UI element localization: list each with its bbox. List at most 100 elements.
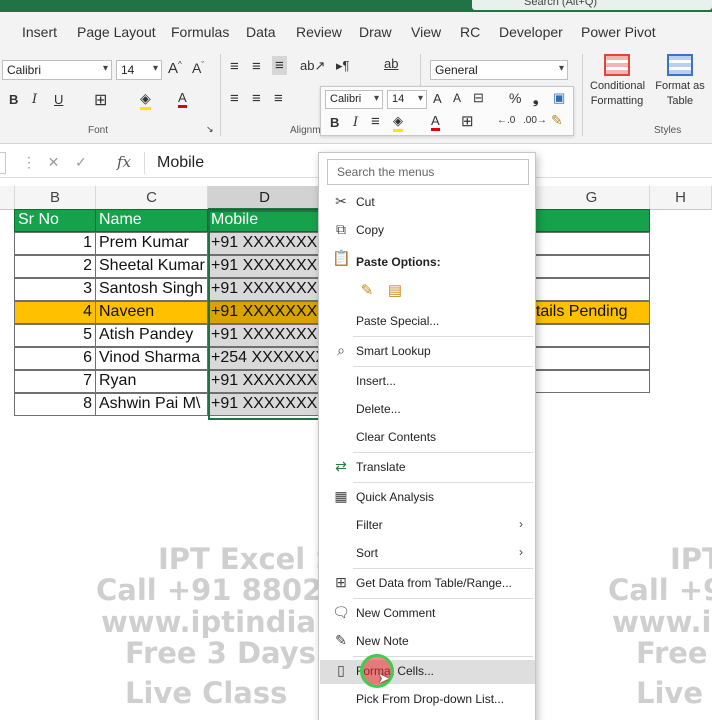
menu-item-quick-analysis[interactable]: ▦ Quick Analysis <box>320 486 535 510</box>
table-cell[interactable]: Atish Pandey <box>95 324 208 347</box>
decrease-decimal-icon[interactable]: .00→ <box>523 115 547 126</box>
bold-icon[interactable]: B <box>330 115 339 130</box>
menu-item-get-data[interactable]: ⊞ Get Data from Table/Range... <box>320 572 535 596</box>
decrease-font-icon[interactable]: A <box>453 91 461 105</box>
table-cell[interactable]: 6 <box>14 347 96 370</box>
table-header-cell[interactable] <box>533 209 650 232</box>
table-cell[interactable]: Santosh Singh <box>95 278 208 301</box>
menu-item-copy[interactable]: ⧉ Copy <box>320 219 535 243</box>
name-box[interactable] <box>0 152 6 174</box>
tab-rc[interactable]: RC <box>460 24 480 40</box>
menu-item-new-comment[interactable]: 🗨 New Comment <box>320 602 535 626</box>
table-cell[interactable] <box>533 370 650 393</box>
function-icon[interactable]: fx <box>117 153 131 171</box>
menu-item-delete[interactable]: Delete... <box>320 398 535 422</box>
align-right-icon[interactable]: ≡ <box>274 90 283 107</box>
tab-page-layout[interactable]: Page Layout <box>77 24 156 40</box>
tab-developer[interactable]: Developer <box>499 24 563 40</box>
paste-icon[interactable]: ✎ <box>357 281 377 301</box>
table-header-cell[interactable]: Name <box>95 209 208 232</box>
table-cell[interactable]: 2 <box>14 255 96 278</box>
increase-font-icon[interactable]: A^ <box>168 60 182 77</box>
table-cell[interactable]: 4 <box>14 301 96 324</box>
font-size-combo[interactable]: 14 ▾ <box>116 60 162 80</box>
orientation-icon[interactable]: ab↗ <box>300 58 325 74</box>
format-as-table-button[interactable]: Format as Table <box>652 54 708 109</box>
menu-item-cut[interactable]: ✂ Cut <box>320 191 535 215</box>
table-cell[interactable]: +91 XXXXXXX <box>207 232 321 255</box>
column-header-h[interactable]: H <box>650 186 712 210</box>
align-bottom-icon[interactable]: ≡ <box>272 56 287 75</box>
borders-icon[interactable]: ⊞ <box>94 90 107 110</box>
fill-color-icon[interactable]: ◈ <box>140 90 151 110</box>
menu-item-paste-special[interactable]: Paste Special... <box>320 310 535 334</box>
tab-power-pivot[interactable]: Power Pivot <box>581 24 656 40</box>
table-cell[interactable] <box>533 232 650 255</box>
table-cell[interactable]: 7 <box>14 370 96 393</box>
table-cell[interactable]: etails Pending <box>533 301 650 324</box>
table-cell[interactable]: 8 <box>14 393 96 416</box>
table-cell[interactable] <box>533 278 650 301</box>
menu-item-smart-lookup[interactable]: ⌕ Smart Lookup <box>320 340 535 364</box>
align-middle-icon[interactable]: ≡ <box>252 58 261 75</box>
dialog-launcher-icon[interactable]: ↘ <box>206 124 214 135</box>
wrap-text-icon[interactable]: ab <box>384 56 398 71</box>
align-center-icon[interactable]: ≡ <box>252 90 261 107</box>
align-top-icon[interactable]: ≡ <box>230 58 239 75</box>
row-header-corner[interactable] <box>0 186 15 210</box>
table-header-cell[interactable]: Mobile <box>207 209 321 232</box>
table-cell[interactable]: +254 XXXXXXX <box>207 347 321 370</box>
tab-formulas[interactable]: Formulas <box>171 24 229 40</box>
font-color-icon[interactable]: A <box>431 113 440 131</box>
increase-font-icon[interactable]: A <box>433 91 442 106</box>
title-search-box[interactable]: Search (Alt+Q) <box>472 0 712 10</box>
table-cell[interactable]: +91 XXXXXXX <box>207 255 321 278</box>
column-header-g[interactable]: G <box>534 186 650 210</box>
menu-item-sort[interactable]: Sort › <box>320 542 535 566</box>
mini-size-combo[interactable]: 14 ▾ <box>387 90 427 109</box>
paste-values-icon[interactable]: ▤ <box>385 281 405 301</box>
italic-icon[interactable]: I <box>353 115 358 130</box>
comma-style-icon[interactable]: ❟ <box>533 90 539 107</box>
italic-icon[interactable]: I <box>32 92 37 107</box>
align-left-icon[interactable]: ≡ <box>230 90 239 107</box>
tab-review[interactable]: Review <box>296 24 342 40</box>
menu-item-format-cells[interactable]: ▯ Format Cells... <box>320 660 535 684</box>
tab-view[interactable]: View <box>411 24 441 40</box>
table-cell[interactable]: Vinod Sharma <box>95 347 208 370</box>
increase-decimal-icon[interactable]: ←.0 <box>497 115 515 126</box>
format-painter-icon[interactable]: ▣ <box>553 90 565 106</box>
tab-insert[interactable]: Insert <box>22 24 57 40</box>
column-header-d[interactable]: D <box>208 186 322 210</box>
table-cell[interactable] <box>533 347 650 370</box>
table-header-cell[interactable]: Sr No <box>14 209 96 232</box>
table-cell[interactable]: +91 XXXXXXX <box>207 301 321 324</box>
borders-icon[interactable]: ⊞ <box>461 112 474 130</box>
menu-item-pick-dropdown[interactable]: Pick From Drop-down List... <box>320 688 535 712</box>
fill-color-icon[interactable]: ◈ <box>393 113 403 132</box>
font-color-icon[interactable]: A <box>178 90 187 108</box>
table-cell[interactable]: +91 XXXXXXX <box>207 393 321 416</box>
conditional-formatting-button[interactable]: Conditional Formatting <box>590 54 645 109</box>
table-cell[interactable]: 1 <box>14 232 96 255</box>
menu-item-clear-contents[interactable]: Clear Contents <box>320 426 535 450</box>
underline-icon[interactable]: U <box>54 92 63 107</box>
menu-search-input[interactable]: Search the menus <box>327 159 529 185</box>
column-header-c[interactable]: C <box>96 186 208 210</box>
table-cell[interactable]: +91 XXXXXXX <box>207 370 321 393</box>
menu-item-translate[interactable]: ⇄ Translate <box>320 456 535 480</box>
font-name-combo[interactable]: Calibri ▾ <box>2 60 112 80</box>
table-cell[interactable]: +91 XXXXXXX <box>207 324 321 347</box>
menu-item-new-note[interactable]: ✎ New Note <box>320 630 535 654</box>
tab-draw[interactable]: Draw <box>359 24 392 40</box>
align-center-icon[interactable]: ≡ <box>371 113 380 130</box>
number-format-combo[interactable]: General ▾ <box>430 60 568 80</box>
table-cell[interactable] <box>533 324 650 347</box>
mini-font-combo[interactable]: Calibri ▾ <box>325 90 383 109</box>
bold-icon[interactable]: B <box>9 92 18 107</box>
table-cell[interactable]: Prem Kumar <box>95 232 208 255</box>
table-cell[interactable]: Ryan <box>95 370 208 393</box>
menu-item-filter[interactable]: Filter › <box>320 514 535 538</box>
menu-item-insert[interactable]: Insert... <box>320 370 535 394</box>
percent-icon[interactable]: % <box>509 90 521 106</box>
